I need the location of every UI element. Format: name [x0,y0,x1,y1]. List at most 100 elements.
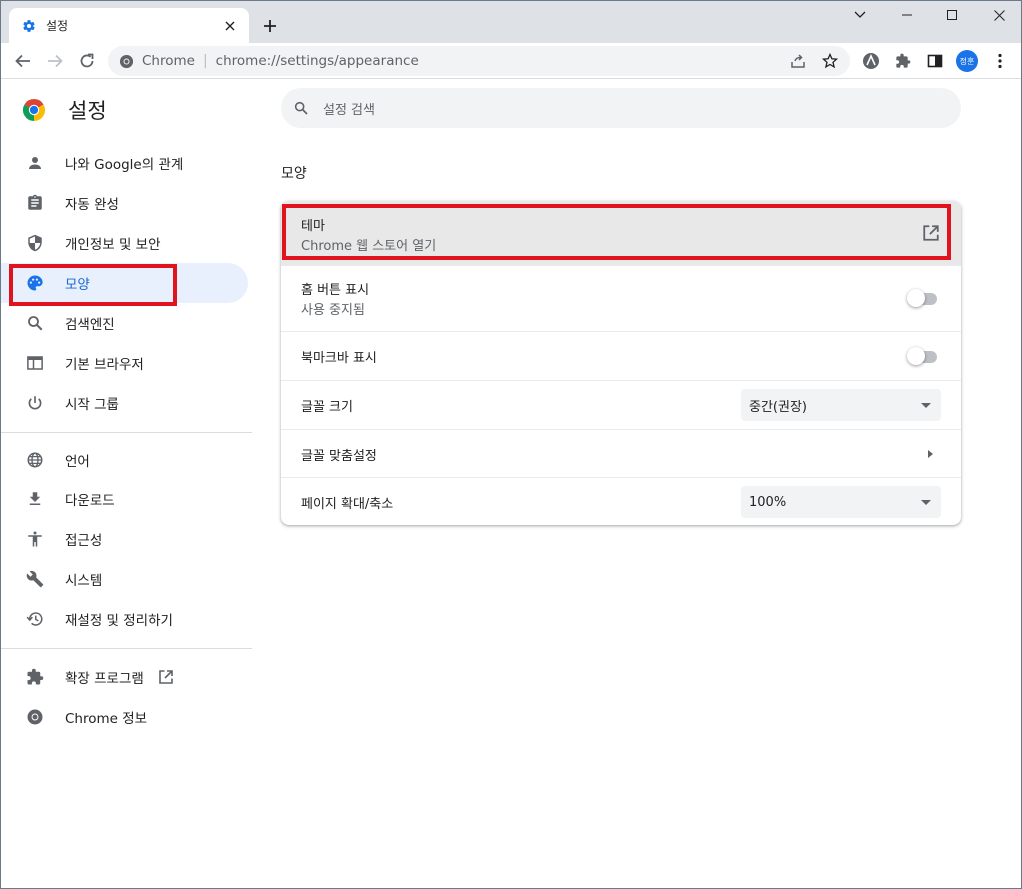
sidebar-item-label: 나와 Google의 관계 [65,157,184,173]
search-placeholder: 설정 검색 [323,102,375,118]
sidebar-divider [0,648,252,649]
settings-title: 설정 [68,99,107,123]
extensions-puzzle-icon[interactable] [888,46,918,76]
sidebar-item-label: 언어 [65,454,90,470]
sidebar-item-accessibility[interactable]: 접근성 [0,519,248,559]
home-button-row[interactable]: 홈 버튼 표시 사용 중지됨 [281,265,961,331]
share-icon[interactable] [783,46,813,76]
chrome-icon [24,706,46,728]
site-label: Chrome [142,53,195,69]
sidebar-item-label: 재설정 및 정리하기 [65,613,173,629]
person-icon [24,152,46,174]
maximize-icon[interactable] [929,0,975,30]
accessibility-icon [24,528,46,550]
power-icon [24,392,46,414]
sidebar-item-label: Chrome 정보 [65,711,148,727]
font-size-select[interactable]: 중간(권장) [741,389,941,421]
sidebar-item-search-engine[interactable]: 검색엔진 [0,303,248,343]
chevron-right-icon [928,450,933,458]
forward-arrow-icon[interactable] [40,46,70,76]
page-zoom-row: 페이지 확대/축소 100% [281,477,961,525]
font-size-value: 중간(권장) [749,399,807,415]
toggle-knob [907,289,925,307]
url-text[interactable]: chrome://settings/appearance [216,53,419,69]
clipboard-icon [24,192,46,214]
search-icon [24,312,46,334]
page-zoom-title: 페이지 확대/축소 [301,497,394,512]
font-size-row: 글꼴 크기 중간(권장) [281,380,961,429]
toggle-knob [907,347,925,365]
extension-icon[interactable] [856,46,886,76]
close-window-icon[interactable] [976,0,1022,30]
home-button-subtitle: 사용 중지됨 [301,303,365,318]
sidebar-item-languages[interactable]: 언어 [0,440,248,480]
dropdown-arrow-icon [921,500,931,505]
restore-icon [24,608,46,630]
browser-window-icon [24,352,46,374]
sidebar-item-about-chrome[interactable]: Chrome 정보 [0,697,248,737]
download-icon [24,488,46,510]
home-button-toggle[interactable] [907,289,939,307]
bookmarks-bar-toggle[interactable] [907,347,939,365]
home-button-title: 홈 버튼 표시 [301,283,370,298]
sidebar-item-system[interactable]: 시스템 [0,559,248,599]
reload-icon[interactable] [72,46,102,76]
sidebar-item-reset[interactable]: 재설정 및 정리하기 [0,599,248,639]
font-size-title: 글꼴 크기 [301,400,353,415]
custom-fonts-title: 글꼴 맞춤설정 [301,449,377,464]
minimize-icon[interactable] [884,0,930,30]
wrench-icon [24,568,46,590]
more-menu-icon[interactable] [985,46,1015,76]
sidebar-item-label: 확장 프로그램 [65,671,144,687]
sidebar-item-label: 기본 브라우저 [65,357,144,373]
tab-strip: 설정 [0,0,1022,43]
highlight-box-theme [282,204,951,260]
chrome-site-icon [119,54,134,69]
sidebar-item-label: 시스템 [65,573,103,589]
open-in-new-icon [158,669,174,685]
page-zoom-select[interactable]: 100% [741,486,941,518]
highlight-box-appearance [9,264,177,306]
shield-icon [24,232,46,254]
search-icon [293,100,309,116]
sidebar-divider [0,432,252,433]
sidebar-item-default-browser[interactable]: 기본 브라우저 [0,343,248,383]
browser-toolbar: Chrome | chrome://settings/appearance 정훈 [0,43,1022,79]
sidebar-item-label: 시작 그룹 [65,397,119,413]
sidebar-item-label: 접근성 [65,533,103,549]
side-panel-icon[interactable] [920,46,950,76]
sidebar-item-label: 자동 완성 [65,197,119,213]
puzzle-icon [24,666,46,688]
settings-header: 설정 [22,95,107,125]
tab-search-icon[interactable] [837,0,883,30]
back-arrow-icon[interactable] [8,46,38,76]
sidebar-item-you-and-google[interactable]: 나와 Google의 관계 [0,143,248,183]
settings-gear-icon [21,18,37,34]
sidebar-item-label: 개인정보 및 보안 [65,237,161,253]
dropdown-arrow-icon [921,403,931,408]
settings-search-input[interactable]: 설정 검색 [281,88,961,128]
close-tab-icon[interactable] [221,17,239,35]
bookmarks-bar-title: 북마크바 표시 [301,351,377,366]
sidebar-item-extensions[interactable]: 확장 프로그램 [0,657,248,697]
globe-icon [24,449,46,471]
profile-avatar[interactable]: 정훈 [956,50,978,72]
custom-fonts-row[interactable]: 글꼴 맞춤설정 [281,429,961,477]
section-title: 모양 [281,166,307,182]
url-separator: | [202,53,208,69]
sidebar-item-label: 검색엔진 [65,317,115,333]
new-tab-button[interactable] [259,15,281,37]
chrome-logo-icon [22,98,46,122]
sidebar-item-privacy[interactable]: 개인정보 및 보안 [0,223,248,263]
tab-settings[interactable]: 설정 [9,8,249,43]
sidebar-item-on-startup[interactable]: 시작 그룹 [0,383,248,423]
bookmark-star-icon[interactable] [815,46,845,76]
sidebar-item-downloads[interactable]: 다운로드 [0,479,248,519]
tab-title: 설정 [46,19,69,33]
address-bar[interactable]: Chrome | chrome://settings/appearance [108,46,850,76]
bookmarks-bar-row[interactable]: 북마크바 표시 [281,331,961,380]
page-zoom-value: 100% [749,494,787,510]
settings-sidebar: 설정 나와 Google의 관계 자동 완성 개인정보 및 보안 모양 검색엔진… [0,80,256,888]
sidebar-item-autofill[interactable]: 자동 완성 [0,183,248,223]
sidebar-item-label: 다운로드 [65,493,115,509]
